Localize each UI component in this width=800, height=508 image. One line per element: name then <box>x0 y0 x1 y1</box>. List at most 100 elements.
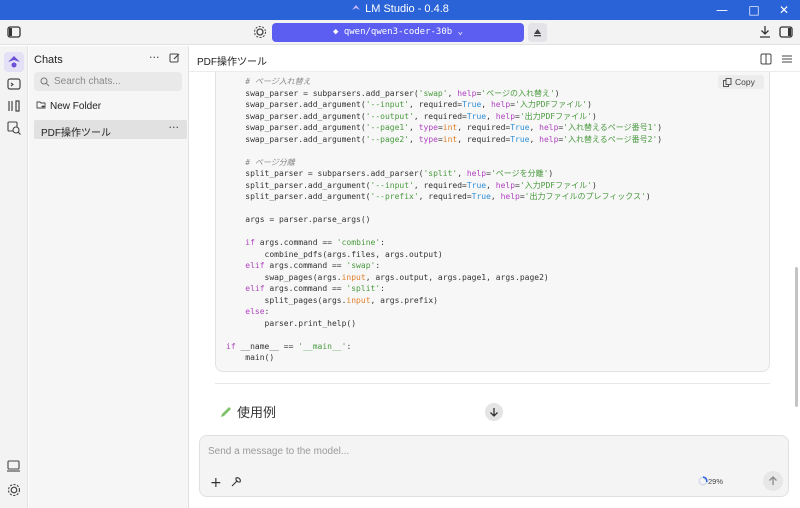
minimize-button[interactable]: — <box>706 0 738 20</box>
new-chat-icon[interactable] <box>169 52 181 64</box>
code-token: swap_parser = subparsers.add_parser( <box>226 88 419 98</box>
rail-discover-button[interactable] <box>4 118 24 138</box>
code-token: args.command == <box>254 238 337 247</box>
code-token: '--output' <box>365 111 414 121</box>
code-token: split_pages(args. <box>226 295 347 305</box>
code-token: , required= <box>413 180 467 190</box>
rail-device-button[interactable] <box>4 456 24 476</box>
code-token: : <box>264 307 270 316</box>
code-token: type <box>418 123 438 132</box>
attach-button[interactable]: + <box>210 476 222 490</box>
chat-title: PDF操作ツール <box>197 57 267 68</box>
right-panel-toggle-icon[interactable] <box>778 24 794 40</box>
code-token: int <box>442 134 458 144</box>
code-block: # ページ入れ替え swap_parser = subparsers.add_p… <box>215 72 770 372</box>
chat-item-more-button[interactable]: ··· <box>169 121 180 134</box>
menu-icon[interactable] <box>781 53 793 65</box>
code-token: , required= <box>409 100 463 109</box>
code-token: : <box>346 341 352 351</box>
copy-code-button[interactable]: Copy <box>718 75 764 89</box>
split-view-icon[interactable] <box>760 53 772 65</box>
left-rail <box>0 46 28 508</box>
code-token: , args.prefix) <box>370 295 438 305</box>
code-token: help <box>539 123 559 132</box>
code-token: '__main__' <box>298 341 347 351</box>
code-token: input <box>341 272 366 282</box>
search-chats-input[interactable] <box>34 72 182 91</box>
code-line: split_pages(args.input, args.prefix) <box>226 295 662 307</box>
code-token: '入力PDFファイル' <box>515 100 588 109</box>
models-icon <box>8 100 20 112</box>
code-token: ) <box>645 192 651 201</box>
code-line: # ページ入れ替え <box>226 76 662 88</box>
message-input[interactable] <box>208 446 768 462</box>
arrow-down-icon <box>490 408 498 417</box>
tools-icon[interactable] <box>230 476 242 488</box>
code-token: 'swap' <box>418 88 448 98</box>
code-token: ) <box>657 123 663 132</box>
main-scrollbar[interactable] <box>795 72 798 452</box>
scrollbar-thumb[interactable] <box>795 267 798 407</box>
code-token: '出力PDFファイル' <box>519 111 592 121</box>
chats-more-button[interactable]: ··· <box>149 51 160 64</box>
model-selector-button[interactable]: ◆ qwen/qwen3-coder-30b ⌄ <box>272 23 524 42</box>
code-token: True <box>466 180 487 190</box>
sidebar-toggle-icon[interactable] <box>6 24 22 40</box>
rail-settings-button[interactable] <box>4 480 24 500</box>
send-button[interactable] <box>763 471 783 491</box>
code-token: '出力ファイルのプレフィックス' <box>524 192 646 201</box>
code-token: combine_pdfs(args.files, args.output) <box>226 249 443 259</box>
scroll-to-bottom-button[interactable] <box>485 403 503 421</box>
window-title-bar: LM Studio - 0.4.8 — □ ✕ <box>0 0 800 20</box>
code-token: split_parser = subparsers.add_parser( <box>226 169 424 178</box>
settings-icon <box>7 483 21 497</box>
code-token: if <box>245 238 255 247</box>
code-token: True <box>462 100 482 109</box>
pencil-icon <box>221 407 231 417</box>
code-token: True <box>471 192 491 201</box>
gear-icon[interactable] <box>252 24 268 40</box>
new-folder-button[interactable]: New Folder <box>36 100 101 112</box>
rail-chat-button[interactable] <box>4 52 24 72</box>
code-token: '--prefix' <box>370 192 419 201</box>
chevron-down-icon: ⌄ <box>457 27 464 37</box>
code-line: swap_parser = subparsers.add_parser('swa… <box>226 88 662 100</box>
code-token: : <box>375 261 381 270</box>
code-line: swap_parser.add_argument('--output', req… <box>226 111 662 123</box>
code-line: split_parser.add_argument('--prefix', re… <box>226 191 662 203</box>
code-token: args.command == <box>264 261 347 270</box>
code-token: int <box>442 123 458 132</box>
code-line: main() <box>226 352 662 364</box>
code-line: else: <box>226 306 662 318</box>
code-line: split_parser = subparsers.add_parser('sp… <box>226 168 662 180</box>
code-token: else <box>245 307 265 316</box>
code-token: help <box>466 169 487 178</box>
code-line: split_parser.add_argument('--input', req… <box>226 180 662 192</box>
rail-models-button[interactable] <box>4 96 24 116</box>
code-token: , <box>457 169 467 178</box>
maximize-button[interactable]: □ <box>738 0 770 20</box>
rail-developer-button[interactable] <box>4 74 24 94</box>
code-token: help <box>495 111 516 121</box>
code-line: parser.print_help() <box>226 318 662 330</box>
code-line: swap_parser.add_argument('--input', requ… <box>226 99 662 111</box>
chat-list-item[interactable]: PDF操作ツール ··· <box>34 120 187 139</box>
code-token: , <box>486 111 496 121</box>
code-line: combine_pdfs(args.files, args.output) <box>226 249 662 261</box>
eject-model-button[interactable] <box>528 23 547 42</box>
download-icon[interactable] <box>757 24 773 40</box>
code-token: help <box>500 192 520 201</box>
code-token: split_parser.add_argument( <box>226 180 371 190</box>
code-token: main() <box>226 353 275 362</box>
chat-item-label: PDF操作ツール <box>41 128 111 139</box>
code-token: # ページ分離 <box>245 157 295 167</box>
code-token: if <box>226 341 236 351</box>
code-token: input <box>346 295 371 305</box>
code-token: '--page2' <box>365 134 410 144</box>
close-button[interactable]: ✕ <box>768 0 800 20</box>
code-line: swap_pages(args.input, args.output, args… <box>226 272 662 284</box>
